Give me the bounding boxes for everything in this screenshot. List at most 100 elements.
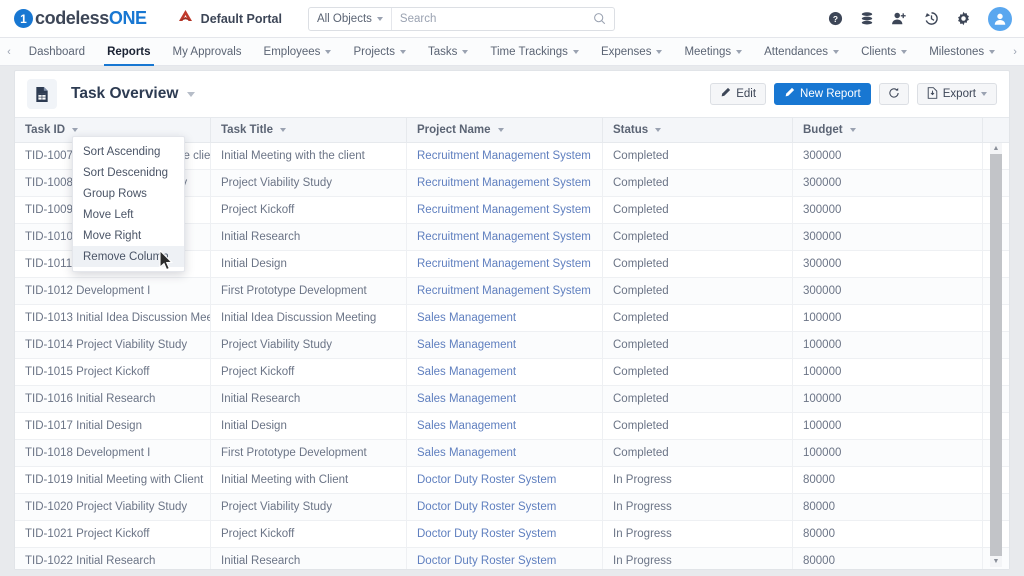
table-row[interactable]: TID-1020 Project Viability Study Project … — [15, 493, 1009, 521]
cell-project-name[interactable]: Recruitment Management System — [407, 169, 603, 197]
search-input[interactable] — [391, 7, 585, 30]
cell-budget: 300000 — [793, 250, 983, 278]
chevron-down-icon — [656, 49, 663, 54]
nav-item-milestones[interactable]: Milestones — [918, 38, 1006, 66]
column-header-status[interactable]: Status — [603, 117, 793, 143]
edit-button-label: Edit — [736, 88, 757, 100]
cell-status: Completed — [603, 358, 793, 386]
nav-label: My Approvals — [172, 45, 242, 58]
column-header-project-name[interactable]: Project Name — [407, 117, 603, 143]
menu-item-label: Group Rows — [83, 187, 147, 200]
nav-scroll-right[interactable]: › — [1006, 46, 1024, 58]
nav-label: Expenses — [600, 45, 652, 58]
nav-item-meetings[interactable]: Meetings — [673, 38, 753, 66]
cell-project-name[interactable]: Recruitment Management System — [407, 143, 603, 170]
cell-project-name[interactable]: Recruitment Management System — [407, 277, 603, 305]
top-bar-icons: ? — [828, 6, 1012, 31]
table-row[interactable]: TID-1017 Initial Design Initial Design Sal… — [15, 412, 1009, 440]
nav-scroll-left[interactable]: ‹ — [0, 46, 18, 58]
cell-project-name[interactable]: Sales Management — [407, 304, 603, 332]
brand-name-part1: codeless — [35, 8, 109, 28]
avatar[interactable] — [988, 6, 1012, 31]
cell-project-name[interactable]: Sales Management — [407, 385, 603, 413]
database-icon[interactable] — [860, 11, 874, 26]
cell-project-name[interactable]: Sales Management — [407, 331, 603, 359]
brand-logo[interactable]: 1 codelessONE — [14, 8, 147, 29]
nav-label: Milestones — [929, 45, 985, 58]
chevron-down-icon[interactable] — [849, 128, 856, 132]
menu-item-sort-ascending[interactable]: Sort Ascending — [73, 141, 184, 162]
table-row[interactable]: TID-1013 Initial Idea Discussion Meet...… — [15, 304, 1009, 332]
table-row[interactable]: TID-1018 Development I First Prototype De… — [15, 439, 1009, 467]
column-label: Budget — [803, 124, 843, 136]
cell-project-name[interactable]: Recruitment Management System — [407, 223, 603, 251]
gear-icon[interactable] — [956, 11, 971, 26]
nav-item-time-trackings[interactable]: Time Trackings — [479, 38, 590, 66]
nav-item-projects[interactable]: Projects — [342, 38, 417, 66]
edit-button[interactable]: Edit — [710, 83, 767, 105]
add-user-icon[interactable] — [891, 11, 907, 26]
export-button-label: Export — [942, 88, 976, 100]
export-button[interactable]: Export — [916, 83, 997, 105]
column-label: Project Name — [417, 124, 491, 136]
chevron-down-icon[interactable] — [655, 128, 662, 132]
menu-item-move-right[interactable]: Move Right — [73, 225, 184, 246]
nav-item-dashboard[interactable]: Dashboard — [18, 38, 96, 66]
help-icon[interactable]: ? — [828, 11, 843, 26]
chevron-down-icon[interactable] — [187, 91, 196, 97]
cell-budget: 300000 — [793, 169, 983, 197]
column-header-budget[interactable]: Budget — [793, 117, 983, 143]
cell-status: Completed — [603, 439, 793, 467]
nav-item-my-approvals[interactable]: My Approvals — [162, 38, 253, 66]
menu-item-group-rows[interactable]: Group Rows — [73, 183, 184, 204]
table-row[interactable]: TID-1016 Initial Research Initial Researc… — [15, 385, 1009, 413]
new-report-button[interactable]: New Report — [774, 83, 871, 105]
column-header-task-title[interactable]: Task Title — [211, 117, 407, 143]
table-row[interactable]: TID-1012 Development I First Prototype De… — [15, 277, 1009, 305]
menu-item-move-left[interactable]: Move Left — [73, 204, 184, 225]
cell-project-name[interactable]: Sales Management — [407, 412, 603, 440]
chevron-down-icon[interactable] — [497, 128, 504, 132]
cell-budget: 100000 — [793, 385, 983, 413]
nav-item-expenses[interactable]: Expenses — [590, 38, 674, 66]
cell-status: Completed — [603, 143, 793, 170]
table-row[interactable]: TID-1021 Project Kickoff Project Kickoff D… — [15, 520, 1009, 548]
cell-task-title: Project Kickoff — [211, 196, 407, 224]
chevron-down-icon — [325, 49, 332, 54]
cell-project-name[interactable]: Recruitment Management System — [407, 196, 603, 224]
chevron-down-icon — [981, 92, 987, 96]
search-icon[interactable] — [585, 12, 614, 25]
cell-task-title: Project Kickoff — [211, 358, 407, 386]
cell-project-name[interactable]: Doctor Duty Roster System — [407, 493, 603, 521]
refresh-button[interactable] — [878, 83, 909, 105]
vertical-scrollbar[interactable]: ▲ ▼ — [990, 143, 1002, 567]
cell-project-name[interactable]: Sales Management — [407, 439, 603, 467]
menu-item-sort-descending[interactable]: Sort Descenidng — [73, 162, 184, 183]
cell-project-name[interactable]: Doctor Duty Roster System — [407, 520, 603, 548]
chevron-down-icon[interactable] — [280, 128, 286, 132]
history-icon[interactable] — [924, 11, 939, 26]
table-row[interactable]: TID-1014 Project Viability Study Project … — [15, 331, 1009, 359]
table-row[interactable]: TID-1015 Project Kickoff Project Kickoff S… — [15, 358, 1009, 386]
nav-label: Reports — [107, 45, 151, 58]
table-row[interactable]: TID-1019 Initial Meeting with Client Init… — [15, 466, 1009, 494]
scroll-up-icon[interactable]: ▲ — [990, 143, 1002, 154]
nav-item-clients[interactable]: Clients — [850, 38, 918, 66]
brand-name: codelessONE — [35, 8, 147, 29]
cell-project-name[interactable]: Recruitment Management System — [407, 250, 603, 278]
cell-status: Completed — [603, 196, 793, 224]
nav-item-employees[interactable]: Employees — [253, 38, 343, 66]
cell-project-name[interactable]: Sales Management — [407, 358, 603, 386]
scrollbar-thumb[interactable] — [990, 154, 1002, 556]
cell-project-name[interactable]: Doctor Duty Roster System — [407, 466, 603, 494]
nav-item-attendances[interactable]: Attendances — [753, 38, 850, 66]
nav-item-tasks[interactable]: Tasks — [417, 38, 479, 66]
chevron-down-icon[interactable] — [72, 128, 79, 132]
cell-budget: 300000 — [793, 277, 983, 305]
portal-selector[interactable]: Default Portal — [177, 9, 282, 28]
cell-project-name[interactable]: Doctor Duty Roster System — [407, 547, 603, 569]
table-row[interactable]: TID-1022 Initial Research Initial Researc… — [15, 547, 1009, 569]
nav-item-reports[interactable]: Reports — [96, 38, 161, 66]
scroll-down-icon[interactable]: ▼ — [990, 556, 1002, 567]
object-scope-select[interactable]: All Objects — [309, 7, 392, 30]
